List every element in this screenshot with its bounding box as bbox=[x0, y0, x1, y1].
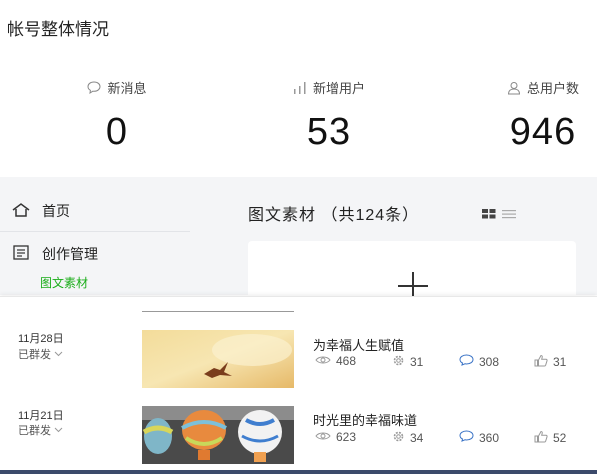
metric-value: 31 bbox=[553, 355, 567, 369]
thumbs-up-icon bbox=[534, 354, 548, 370]
home-icon bbox=[12, 202, 30, 220]
comments-count: 360 bbox=[459, 430, 499, 445]
shares-count: 31 bbox=[392, 354, 423, 370]
chat-bubble-icon bbox=[459, 430, 474, 445]
metric-value: 360 bbox=[479, 430, 500, 445]
stat-label: 新增用户 bbox=[312, 81, 365, 96]
document-icon bbox=[12, 245, 30, 263]
sidebar-item-label: 首页 bbox=[42, 203, 70, 219]
overview-title: 帐号整体情况 bbox=[7, 20, 109, 39]
comments-count: 308 bbox=[459, 354, 499, 369]
user-icon bbox=[507, 81, 521, 95]
eye-icon bbox=[315, 430, 331, 444]
stat-label: 新消息 bbox=[107, 81, 147, 96]
article-thumbnail bbox=[142, 406, 294, 464]
article-title[interactable]: 时光里的幸福味道 bbox=[313, 410, 417, 429]
stat-value: 946 bbox=[509, 111, 577, 153]
metric-value: 308 bbox=[479, 354, 500, 369]
article-date: 11月28日 bbox=[18, 333, 64, 345]
bottom-bar bbox=[0, 470, 597, 474]
views-count: 468 bbox=[315, 354, 356, 368]
gear-icon bbox=[392, 430, 405, 446]
sidebar-divider bbox=[0, 231, 190, 232]
page-title: 图文素材 （共124条） bbox=[248, 207, 420, 224]
sidebar-subitem-materials[interactable]: 图文素材 bbox=[40, 274, 88, 291]
article-thumbnail bbox=[142, 330, 294, 388]
article-list bbox=[0, 296, 597, 474]
chevron-down-icon bbox=[54, 348, 63, 360]
sidebar-item-home[interactable]: 首页 bbox=[12, 201, 70, 221]
metric-value: 52 bbox=[553, 431, 567, 445]
metric-value: 34 bbox=[410, 431, 424, 445]
gear-icon bbox=[392, 354, 405, 370]
thumbs-up-icon bbox=[534, 430, 548, 446]
likes-count: 31 bbox=[534, 354, 566, 370]
sidebar-item-label: 创作管理 bbox=[42, 246, 98, 262]
thumbnail-edge bbox=[142, 311, 294, 312]
sidebar-item-create[interactable]: 创作管理 bbox=[12, 244, 98, 264]
chat-bubble-icon bbox=[459, 354, 474, 369]
sidebar: 首页 创作管理 图文素材 bbox=[0, 177, 190, 295]
stat-value: 53 bbox=[306, 111, 352, 153]
chevron-down-icon bbox=[54, 424, 63, 436]
article-status[interactable]: 已群发 bbox=[18, 422, 63, 438]
likes-count: 52 bbox=[534, 430, 566, 446]
list-view-icon[interactable] bbox=[502, 206, 516, 224]
stat-total-users[interactable]: 总用户数 946 bbox=[468, 78, 597, 154]
views-count: 623 bbox=[315, 430, 356, 444]
stat-value: 0 bbox=[105, 111, 129, 153]
bar-chart-icon bbox=[293, 81, 307, 95]
status-label: 已群发 bbox=[18, 349, 51, 361]
status-label: 已群发 bbox=[18, 425, 51, 437]
grid-view-icon[interactable] bbox=[482, 206, 496, 224]
article-title[interactable]: 为幸福人生赋值 bbox=[313, 335, 404, 354]
stat-new-users[interactable]: 新增用户 53 bbox=[254, 78, 404, 154]
metric-value: 468 bbox=[336, 354, 357, 368]
view-toggle bbox=[482, 206, 516, 224]
chat-bubble-icon bbox=[87, 81, 101, 94]
metric-value: 623 bbox=[336, 430, 357, 444]
eye-icon bbox=[315, 354, 331, 368]
shares-count: 34 bbox=[392, 430, 423, 446]
article-date: 11月21日 bbox=[18, 410, 64, 422]
stat-label: 总用户数 bbox=[526, 81, 579, 96]
stat-new-messages[interactable]: 新消息 0 bbox=[42, 78, 192, 154]
metric-value: 31 bbox=[410, 355, 424, 369]
article-status[interactable]: 已群发 bbox=[18, 346, 63, 362]
